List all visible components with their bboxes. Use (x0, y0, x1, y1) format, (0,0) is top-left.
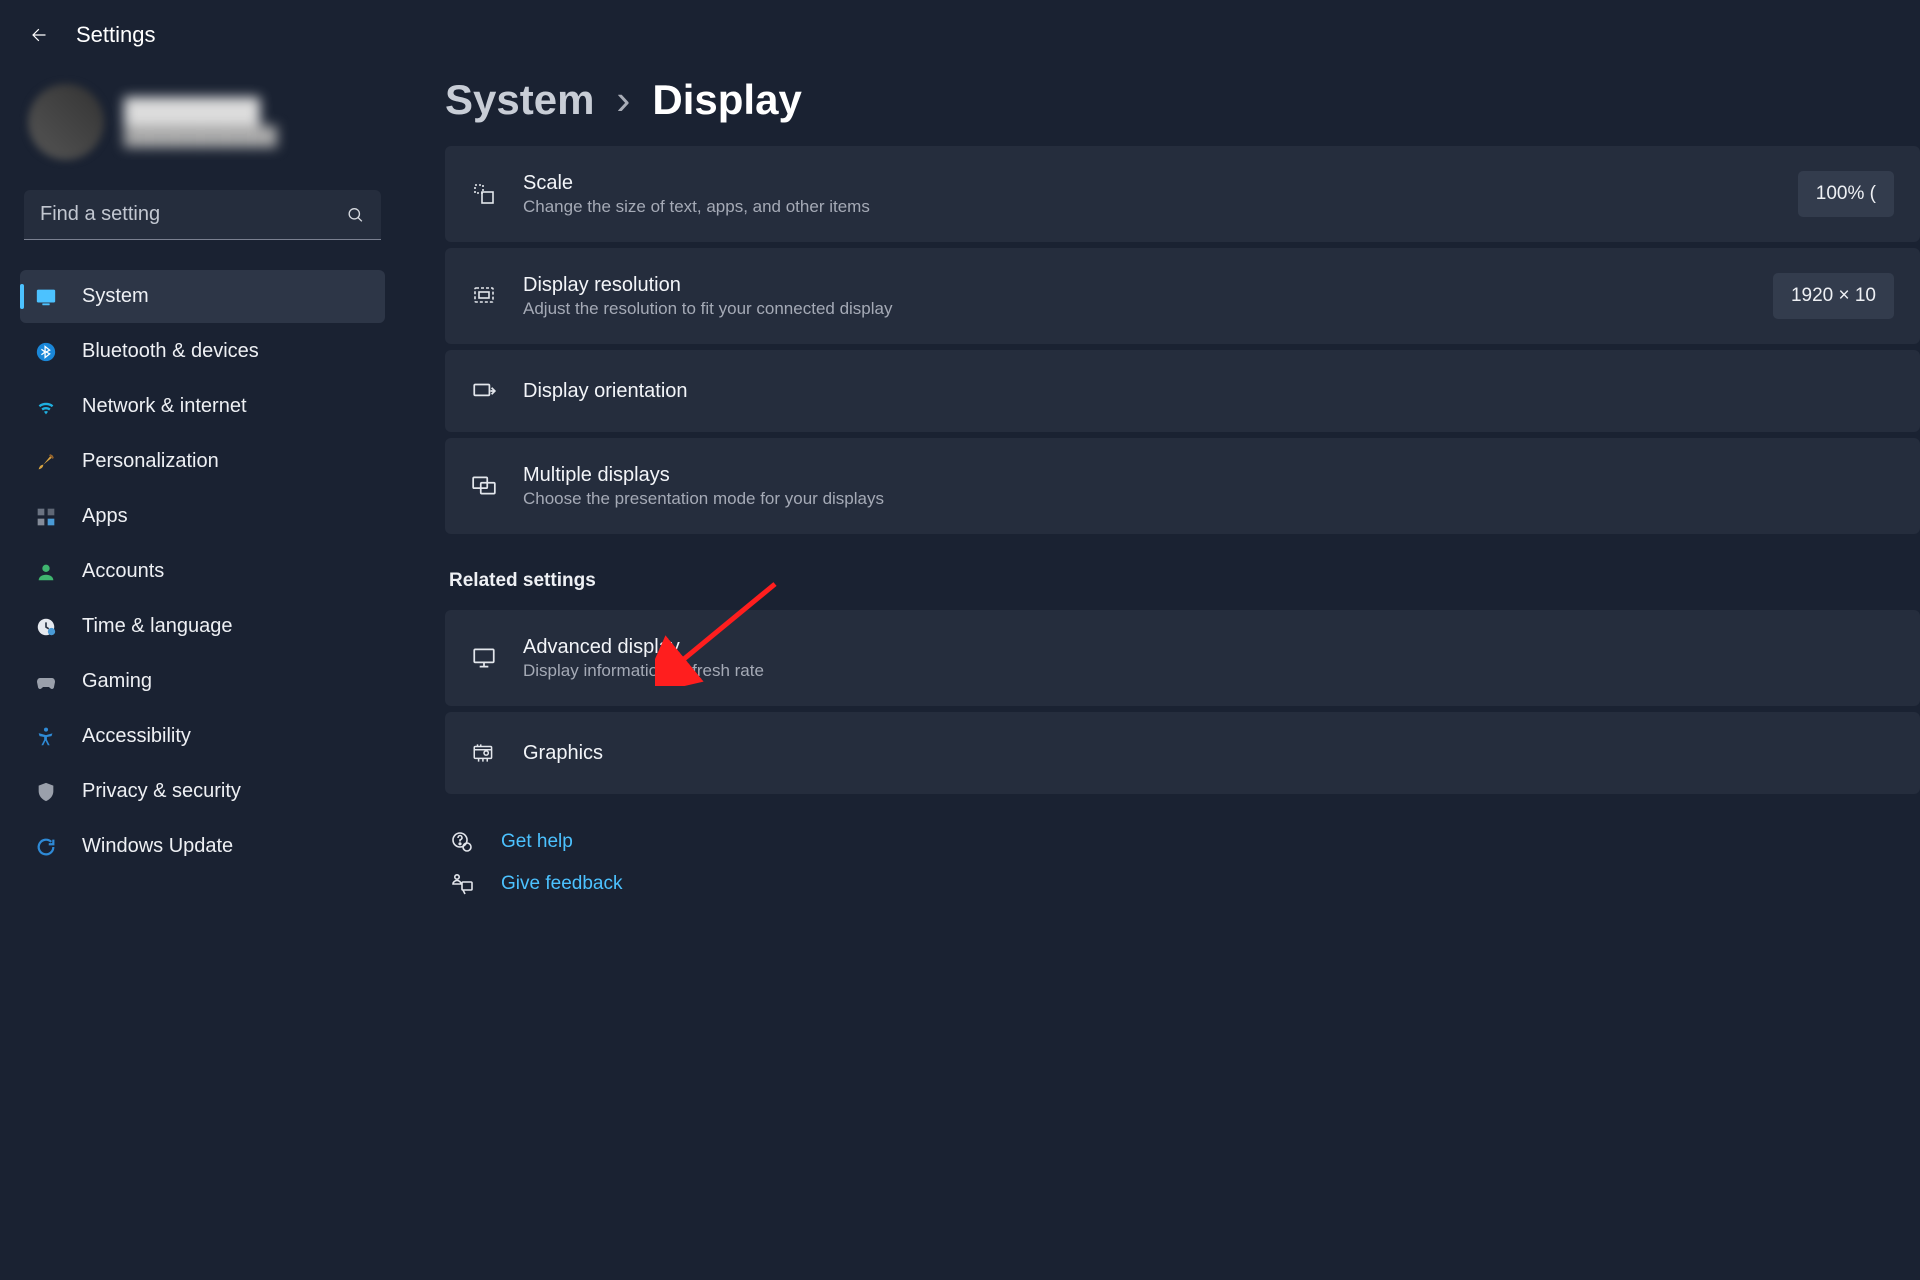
card-advanced-display[interactable]: Advanced display Display information, re… (445, 610, 1920, 706)
search-icon (346, 206, 365, 225)
nav-item-apps[interactable]: Apps (20, 490, 385, 543)
nav-item-accessibility[interactable]: Accessibility (20, 710, 385, 763)
person-icon (34, 560, 58, 584)
nav-item-privacy[interactable]: Privacy & security (20, 765, 385, 818)
card-graphics[interactable]: Graphics (445, 712, 1920, 794)
card-resolution[interactable]: Display resolution Adjust the resolution… (445, 248, 1920, 344)
nav-item-bluetooth[interactable]: Bluetooth & devices (20, 325, 385, 378)
profile-text: ████████ ████████████ (124, 98, 277, 147)
main-content: System › Display Scale Change the size o… (405, 66, 1920, 896)
nav-item-personalization[interactable]: Personalization (20, 435, 385, 488)
card-subtitle: Change the size of text, apps, and other… (523, 197, 1772, 217)
gamepad-icon (34, 670, 58, 694)
sidebar: ████████ ████████████ System Bluetooth (0, 66, 405, 896)
display-icon (34, 285, 58, 309)
nav-label: Network & internet (82, 395, 247, 418)
graphics-icon (471, 740, 497, 766)
nav-item-gaming[interactable]: Gaming (20, 655, 385, 708)
wifi-icon (34, 395, 58, 419)
back-button[interactable] (28, 25, 48, 45)
breadcrumb-parent[interactable]: System (445, 76, 594, 124)
nav-item-time-language[interactable]: Time & language (20, 600, 385, 653)
card-scale[interactable]: Scale Change the size of text, apps, and… (445, 146, 1920, 242)
brush-icon (34, 450, 58, 474)
shield-icon (34, 780, 58, 804)
help-icon (449, 830, 475, 854)
update-icon (34, 835, 58, 859)
scale-icon (471, 182, 497, 206)
bluetooth-icon (34, 340, 58, 364)
section-related-settings: Related settings (449, 570, 1920, 592)
help-link-text[interactable]: Get help (501, 831, 573, 853)
scale-dropdown[interactable]: 100% ( (1798, 171, 1894, 217)
nav-label: Accessibility (82, 725, 191, 748)
nav-item-accounts[interactable]: Accounts (20, 545, 385, 598)
nav-item-windows-update[interactable]: Windows Update (20, 820, 385, 873)
resolution-dropdown[interactable]: 1920 × 10 (1773, 273, 1894, 319)
nav-label: Windows Update (82, 835, 233, 858)
nav-label: Time & language (82, 615, 232, 638)
apps-icon (34, 505, 58, 529)
card-title: Display orientation (523, 380, 1894, 403)
card-subtitle: Choose the presentation mode for your di… (523, 489, 1894, 509)
nav-label: Privacy & security (82, 780, 241, 803)
accessibility-icon (34, 725, 58, 749)
search-input[interactable] (24, 190, 381, 240)
nav-item-network[interactable]: Network & internet (20, 380, 385, 433)
card-title: Multiple displays (523, 464, 1894, 487)
card-title: Scale (523, 172, 1772, 195)
nav-label: Apps (82, 505, 128, 528)
help-get-help[interactable]: Get help (445, 830, 1920, 854)
resolution-icon (471, 284, 497, 308)
card-subtitle: Display information, refresh rate (523, 661, 1894, 681)
profile-email: ████████████ (124, 126, 277, 147)
feedback-icon (449, 872, 475, 896)
nav: System Bluetooth & devices Network & int… (20, 270, 385, 873)
app-title: Settings (76, 22, 156, 48)
page-title: Display (652, 76, 801, 124)
clock-icon (34, 615, 58, 639)
nav-label: Gaming (82, 670, 152, 693)
monitor-icon (471, 645, 497, 671)
avatar (28, 84, 104, 160)
profile-name: ████████ (124, 98, 277, 126)
card-orientation[interactable]: Display orientation (445, 350, 1920, 432)
card-title: Advanced display (523, 636, 1894, 659)
card-title: Display resolution (523, 274, 1747, 297)
nav-label: Personalization (82, 450, 219, 473)
orientation-icon (471, 378, 497, 404)
nav-item-system[interactable]: System (20, 270, 385, 323)
nav-label: System (82, 285, 149, 308)
breadcrumb: System › Display (445, 76, 1920, 124)
card-subtitle: Adjust the resolution to fit your connec… (523, 299, 1747, 319)
nav-label: Accounts (82, 560, 164, 583)
profile-block[interactable]: ████████ ████████████ (20, 76, 385, 186)
chevron-right-icon: › (616, 76, 630, 124)
nav-label: Bluetooth & devices (82, 340, 259, 363)
feedback-link-text[interactable]: Give feedback (501, 873, 622, 895)
card-multiple-displays[interactable]: Multiple displays Choose the presentatio… (445, 438, 1920, 534)
multiple-displays-icon (471, 473, 497, 499)
help-give-feedback[interactable]: Give feedback (445, 872, 1920, 896)
card-title: Graphics (523, 742, 1894, 765)
